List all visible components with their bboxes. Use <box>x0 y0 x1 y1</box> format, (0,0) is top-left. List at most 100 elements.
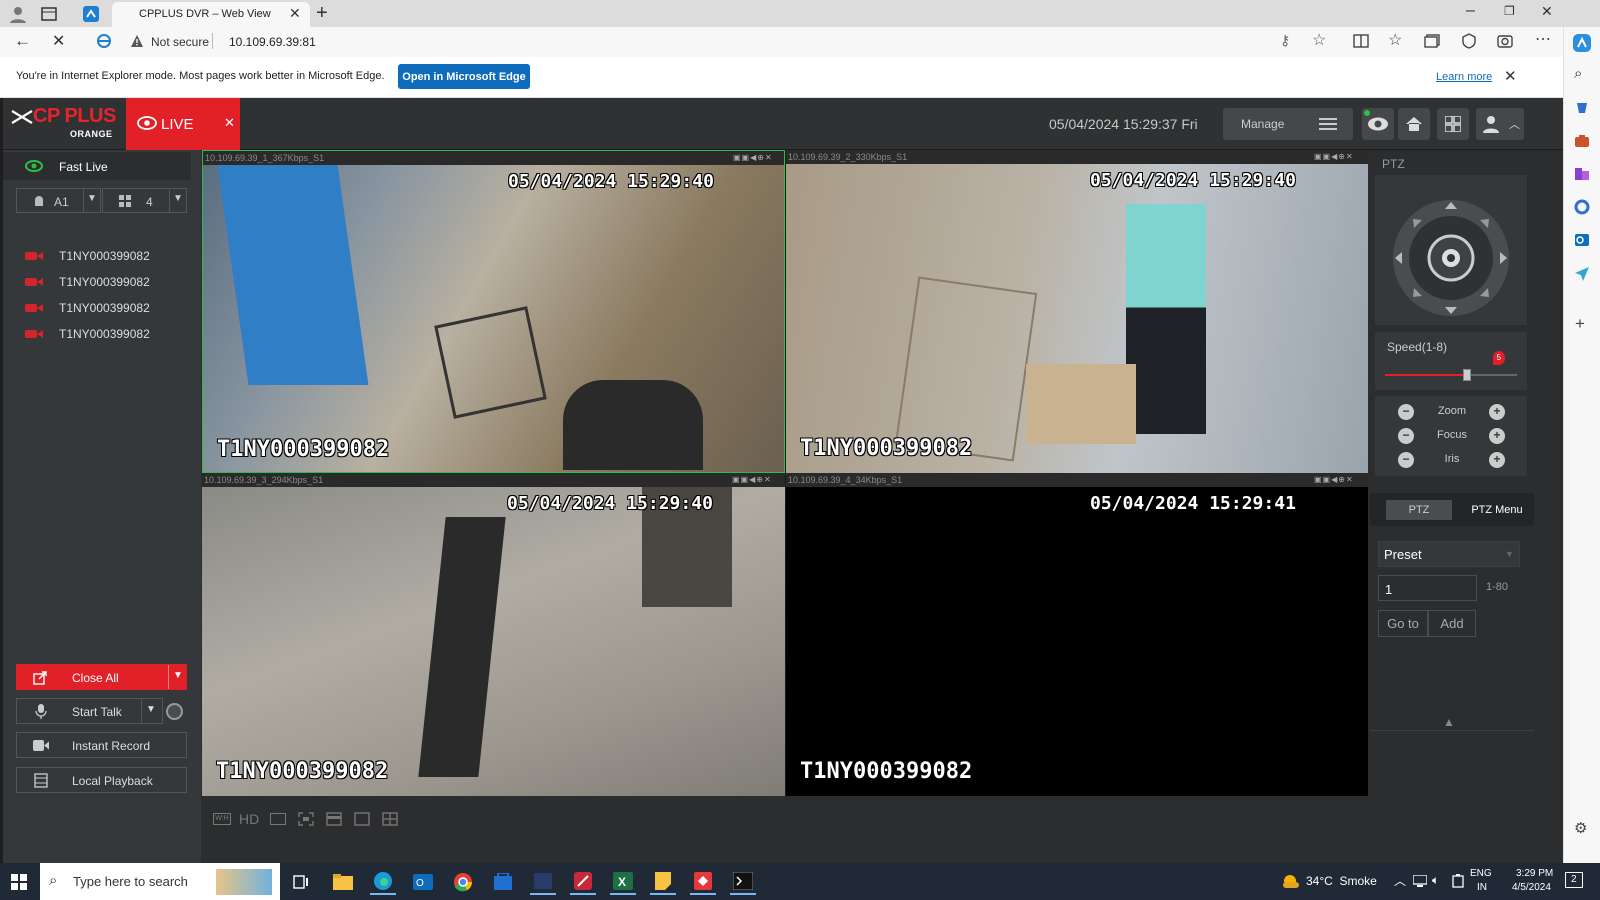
split-screen-icon[interactable] <box>1353 34 1369 48</box>
terminal-icon[interactable] <box>730 869 756 895</box>
user-button[interactable]: ︿ <box>1476 108 1524 140</box>
fullscreen-icon[interactable] <box>298 812 314 826</box>
store-icon[interactable] <box>490 869 516 895</box>
workspace-icon[interactable] <box>82 5 100 23</box>
channel-item[interactable]: T1NY000399082 <box>25 271 195 293</box>
screenshot-icon[interactable] <box>1497 33 1513 49</box>
live-close-icon[interactable]: ✕ <box>224 115 235 131</box>
iris-close-button[interactable]: − <box>1398 452 1414 468</box>
talk-status-indicator[interactable] <box>166 703 183 720</box>
taskbar-search-box[interactable]: ⌕ Type here to search <box>40 863 280 900</box>
learn-more-link[interactable]: Learn more <box>1436 71 1492 83</box>
anydesk-icon[interactable] <box>690 869 716 895</box>
camera-controls-icon[interactable]: ▣▣◀⊕✕ <box>1314 152 1364 162</box>
more-menu-icon[interactable]: ⋯ <box>1535 29 1551 49</box>
app-taskbar-icon[interactable] <box>530 869 556 895</box>
focus-near-button[interactable]: − <box>1398 428 1414 444</box>
outlook-icon[interactable] <box>1574 232 1590 248</box>
new-tab-icon[interactable]: + <box>316 2 328 25</box>
tab-ptz[interactable]: PTZ <box>1386 500 1452 520</box>
ie-bar-close-icon[interactable]: ✕ <box>1504 67 1517 85</box>
quad-view-icon[interactable] <box>382 812 398 826</box>
hd-toggle[interactable]: HD <box>239 811 259 827</box>
edge-taskbar-icon[interactable] <box>370 869 396 895</box>
channel-item[interactable]: T1NY000399082 <box>25 245 195 267</box>
close-all-button[interactable]: Close All ▼ <box>16 664 187 690</box>
camera-tile[interactable]: 10.109.69.39_2_330Kbps_S1 ▣▣◀⊕✕ 05/04/20… <box>786 150 1368 473</box>
shopping-icon[interactable] <box>1574 100 1590 116</box>
sidebar-settings-icon[interactable]: ⚙ <box>1574 819 1587 837</box>
minimize-icon[interactable]: – <box>1466 2 1475 20</box>
stop-loading-icon[interactable]: ✕ <box>52 31 65 51</box>
camera-controls-icon[interactable]: ▣▣◀⊕✕ <box>733 153 783 163</box>
add-sidebar-icon[interactable]: + <box>1575 314 1585 334</box>
microsoft365-icon[interactable] <box>1574 199 1590 215</box>
favorites-icon[interactable]: ☆ <box>1388 30 1402 50</box>
tab-actions-icon[interactable] <box>40 5 58 23</box>
clock-date[interactable]: 4/5/2024 <box>1512 882 1551 893</box>
speed-slider-thumb[interactable] <box>1462 369 1471 381</box>
panel-collapse[interactable]: ▲ <box>1370 715 1534 731</box>
notifications-icon[interactable]: 2 <box>1565 872 1583 888</box>
key-icon[interactable]: ⚷ <box>1280 32 1290 49</box>
close-window-icon[interactable]: ✕ <box>1541 3 1553 20</box>
iris-open-button[interactable]: + <box>1489 452 1505 468</box>
channel-item[interactable]: T1NY000399082 <box>25 297 195 319</box>
camera-tile[interactable]: 10.109.69.39_4_34Kbps_S1 ▣▣◀⊕✕ 05/04/202… <box>786 473 1368 796</box>
chrome-icon[interactable] <box>450 869 476 895</box>
split-select[interactable]: 4 ▼ <box>102 188 187 213</box>
windows-start-icon[interactable] <box>6 869 32 895</box>
warning-icon[interactable] <box>130 34 144 48</box>
aspect-ratio-icon[interactable]: W:H <box>213 813 231 825</box>
single-view-icon[interactable] <box>354 812 370 826</box>
send-icon[interactable] <box>1574 265 1590 281</box>
excel-icon[interactable]: X <box>610 869 636 895</box>
weather-icon[interactable] <box>1281 873 1301 889</box>
battery-icon[interactable] <box>1452 874 1464 888</box>
weather-text[interactable]: 34°C Smoke <box>1306 874 1377 888</box>
ptz-direction-pad[interactable] <box>1375 175 1527 325</box>
local-playback-button[interactable]: Local Playback <box>16 767 187 793</box>
tab-close-icon[interactable]: ✕ <box>289 5 301 22</box>
snipping-tool-icon[interactable] <box>570 869 596 895</box>
chevron-down-icon[interactable]: ▼ <box>146 704 156 715</box>
channel-item[interactable]: T1NY000399082 <box>25 323 195 345</box>
chevron-down-icon[interactable]: ▼ <box>173 670 183 681</box>
zoom-in-button[interactable]: + <box>1489 404 1505 420</box>
url-field[interactable]: 10.109.69.39:81 <box>229 35 316 49</box>
file-explorer-icon[interactable] <box>330 869 356 895</box>
fast-live-header[interactable]: Fast Live <box>3 152 191 180</box>
favorite-star-icon[interactable]: ☆ <box>1312 30 1326 50</box>
tools-icon[interactable] <box>1574 133 1590 149</box>
open-in-edge-button[interactable]: Open in Microsoft Edge <box>398 64 530 89</box>
camera-tile[interactable]: 10.109.69.39_3_294Kbps_S1 ▣▣◀⊕✕ 05/04/20… <box>202 473 785 796</box>
games-icon[interactable] <box>1574 166 1590 182</box>
restore-icon[interactable]: ❐ <box>1504 4 1515 18</box>
browser-tab[interactable]: CPPLUS DVR – Web View ✕ <box>112 2 310 27</box>
layout-button[interactable] <box>1437 108 1469 140</box>
add-preset-button[interactable]: Add <box>1428 610 1476 637</box>
security-label[interactable]: Not secure <box>151 35 209 49</box>
camera-tile[interactable]: 10.109.69.39_1_367Kbps_S1 ▣▣◀⊕✕ 05/04/20… <box>202 150 785 473</box>
zoom-out-button[interactable]: − <box>1398 404 1414 420</box>
preview-button[interactable] <box>1362 108 1394 140</box>
copilot-icon[interactable] <box>1572 33 1592 53</box>
preset-number-input[interactable]: 1 <box>1378 575 1477 601</box>
smart-codec-icon[interactable] <box>270 813 286 825</box>
sticky-notes-icon[interactable] <box>650 869 676 895</box>
live-tab[interactable]: LIVE ✕ <box>126 98 240 150</box>
ie-mode-icon[interactable] <box>97 34 111 48</box>
collections-icon[interactable] <box>1424 34 1440 48</box>
stream-select[interactable]: A1 ▼ <box>16 188 101 213</box>
camera-controls-icon[interactable]: ▣▣◀⊕✕ <box>732 475 782 485</box>
language-top[interactable]: ENG <box>1470 868 1492 879</box>
task-view-icon[interactable] <box>288 869 314 895</box>
start-talk-button[interactable]: Start Talk ▼ <box>16 698 163 724</box>
browser-essentials-icon[interactable] <box>1461 33 1477 49</box>
language-bottom[interactable]: IN <box>1477 882 1487 893</box>
preset-select[interactable]: Preset ▼ <box>1378 541 1520 567</box>
search-icon[interactable]: ⌕ <box>1574 65 1582 82</box>
camera-controls-icon[interactable]: ▣▣◀⊕✕ <box>1314 475 1364 485</box>
focus-far-button[interactable]: + <box>1489 428 1505 444</box>
clock-time[interactable]: 3:29 PM <box>1516 868 1553 879</box>
